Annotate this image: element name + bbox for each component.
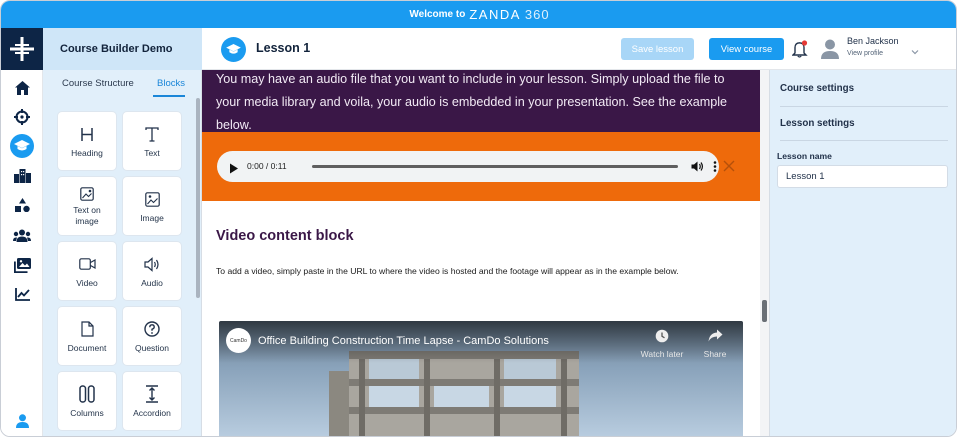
text-block-content: You may have an audio file that you want… <box>216 72 728 132</box>
block-columns[interactable]: Columns <box>58 372 116 430</box>
block-audio[interactable]: Audio <box>123 242 181 300</box>
view-course-button[interactable]: View course <box>709 38 784 60</box>
course-settings-link[interactable]: Course settings <box>780 83 854 94</box>
chevron-down-icon[interactable] <box>910 44 920 55</box>
block-document[interactable]: Document <box>58 307 116 365</box>
remove-audio-icon[interactable] <box>723 159 735 172</box>
lesson-title: Lesson 1 <box>256 41 311 55</box>
watch-later-button[interactable]: Watch later <box>640 329 684 359</box>
block-label: Video <box>76 278 98 288</box>
more-options-icon[interactable] <box>712 160 718 173</box>
builder-title: Course Builder Demo <box>43 28 202 70</box>
block-image[interactable]: Image <box>123 177 181 235</box>
block-label: Accordion <box>133 408 171 418</box>
builder-scrollbar[interactable] <box>196 98 200 298</box>
user-name[interactable]: Ben Jackson <box>847 36 899 46</box>
block-question[interactable]: Question <box>123 307 181 365</box>
lesson-name-label: Lesson name <box>777 151 832 161</box>
block-label: Heading <box>71 148 103 158</box>
chart-line-icon[interactable] <box>12 284 32 304</box>
accordion-icon <box>141 383 163 405</box>
video-block-heading: Video content block <box>216 228 354 244</box>
block-label: Document <box>67 343 107 353</box>
block-heading[interactable]: Heading <box>58 112 116 170</box>
play-icon[interactable] <box>229 161 239 174</box>
lesson-header: Lesson 1 Save lesson View course Ben Jac… <box>202 28 956 70</box>
watch-later-label: Watch later <box>640 349 684 359</box>
builder-tabs: Course Structure Blocks <box>43 76 202 98</box>
app-window: Welcome to ZANDA 360 Course Builder Demo… <box>0 0 957 437</box>
content-scroll-track[interactable] <box>760 70 769 436</box>
audio-icon <box>141 253 163 275</box>
avatar[interactable] <box>820 38 840 60</box>
banner-brand: ZANDA <box>469 7 521 22</box>
home-icon[interactable] <box>12 78 32 98</box>
block-text-on-image[interactable]: Text on image <box>58 177 116 235</box>
share-label: Share <box>703 349 727 359</box>
block-text[interactable]: Text <box>123 112 181 170</box>
text-icon <box>141 123 163 145</box>
video-embed[interactable]: CamDo Office Building Construction Time … <box>219 321 743 436</box>
question-icon <box>141 318 163 340</box>
active-tab-indicator <box>153 95 185 97</box>
audio-progress-track[interactable] <box>312 165 678 168</box>
video-block-description: To add a video, simply paste in the URL … <box>216 266 679 276</box>
lesson-settings-link[interactable]: Lesson settings <box>780 118 855 129</box>
audio-block[interactable]: 0:00 / 0:11 <box>202 132 760 201</box>
text-block[interactable]: You may have an audio file that you want… <box>202 70 760 132</box>
audio-player[interactable]: 0:00 / 0:11 <box>217 151 719 182</box>
lesson-name-input[interactable] <box>777 165 948 188</box>
document-icon <box>76 318 98 340</box>
tab-course-structure[interactable]: Course Structure <box>62 78 134 89</box>
volume-icon[interactable] <box>691 160 704 173</box>
columns-icon <box>76 383 98 405</box>
video-title[interactable]: Office Building Construction Time Lapse … <box>258 335 549 347</box>
lesson-graduation-cap-icon <box>221 37 246 62</box>
heading-icon <box>76 123 98 145</box>
audio-time: 0:00 / 0:11 <box>247 161 287 171</box>
welcome-banner: Welcome to ZANDA 360 <box>1 1 956 28</box>
video-icon <box>76 253 98 275</box>
save-lesson-button[interactable]: Save lesson <box>621 38 694 60</box>
lesson-content: You may have an audio file that you want… <box>202 70 769 436</box>
block-label: Text on image <box>73 204 101 226</box>
images-icon[interactable] <box>12 255 32 275</box>
course-builder-panel: Course Builder Demo Course Structure Blo… <box>43 28 202 436</box>
image-icon <box>141 188 163 210</box>
clock-icon <box>640 329 684 345</box>
block-label: Image <box>140 213 164 223</box>
app-logo[interactable] <box>1 28 43 70</box>
block-label: Question <box>134 343 170 353</box>
share-button[interactable]: Share <box>693 329 737 359</box>
image-text-icon <box>76 186 98 202</box>
tab-blocks[interactable]: Blocks <box>157 78 185 89</box>
divider <box>780 106 948 107</box>
settings-panel: Course settings Lesson settings Lesson n… <box>769 70 956 436</box>
channel-logo[interactable]: CamDo <box>226 328 251 353</box>
share-icon <box>693 329 737 345</box>
user-icon[interactable] <box>12 411 32 431</box>
block-label: Columns <box>70 408 104 418</box>
users-icon[interactable] <box>12 225 32 245</box>
graduation-cap-icon[interactable] <box>10 134 34 158</box>
block-label: Text <box>144 148 160 158</box>
shapes-icon[interactable] <box>12 195 32 215</box>
view-profile-link[interactable]: View profile <box>847 50 883 57</box>
buildings-icon[interactable] <box>12 166 32 186</box>
icon-rail <box>1 28 43 436</box>
banner-welcome-text: Welcome to <box>409 9 466 20</box>
block-accordion[interactable]: Accordion <box>123 372 181 430</box>
bell-icon[interactable] <box>791 40 808 58</box>
banner-brand-number: 360 <box>524 7 550 22</box>
block-label: Audio <box>141 278 163 288</box>
block-video[interactable]: Video <box>58 242 116 300</box>
content-scrollbar[interactable] <box>762 300 767 322</box>
divider <box>780 140 948 141</box>
target-icon[interactable] <box>12 107 32 127</box>
